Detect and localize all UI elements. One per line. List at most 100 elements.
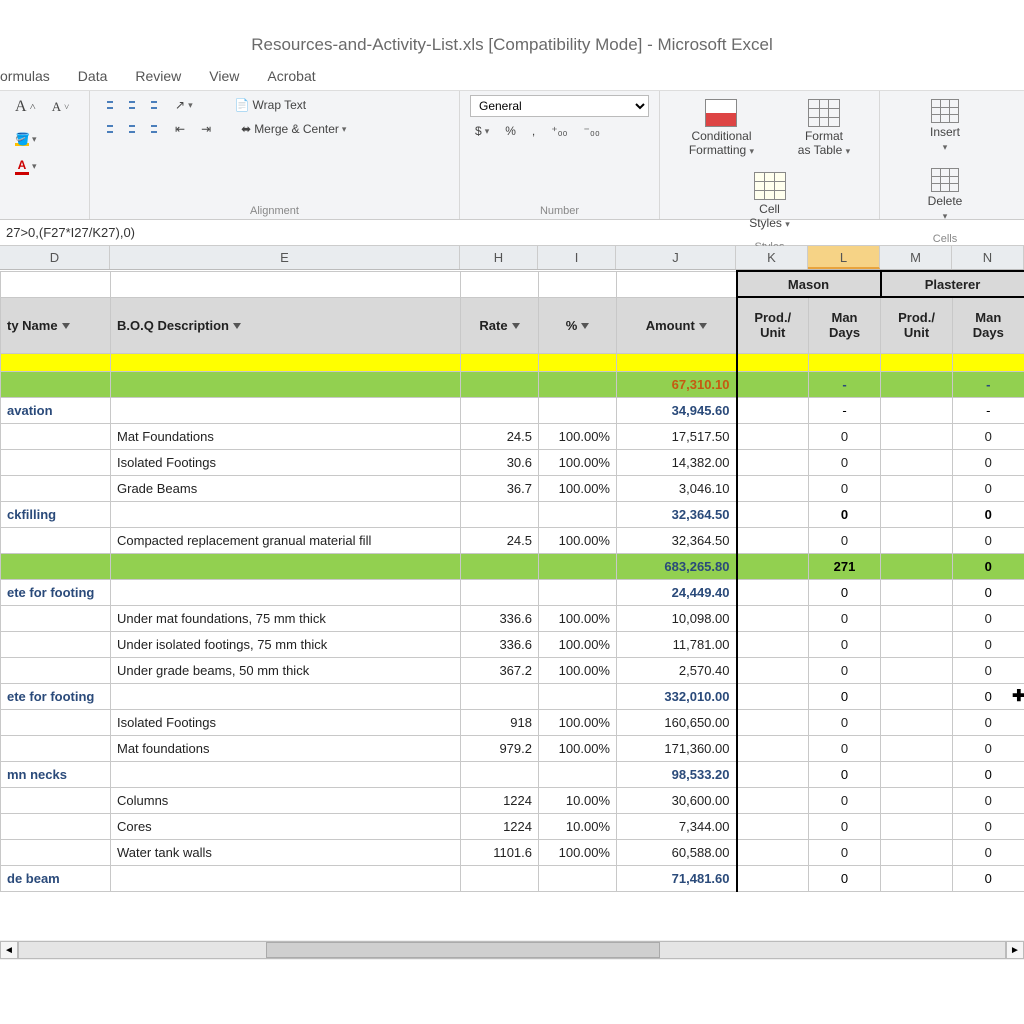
cell-amount[interactable]: 11,781.00 [617, 631, 737, 657]
increase-indent-button[interactable]: ⇥ [196, 119, 216, 139]
cell[interactable] [737, 839, 809, 865]
cell[interactable] [737, 865, 809, 891]
tab-review[interactable]: Review [135, 68, 181, 84]
cell[interactable] [737, 735, 809, 761]
filter-icon[interactable] [233, 323, 241, 329]
col-header-L[interactable]: L [808, 246, 880, 269]
cell[interactable] [737, 709, 809, 735]
cell-rate[interactable]: 1224 [461, 813, 539, 839]
cell-man-days[interactable]: 0 [809, 657, 881, 683]
cell-amount[interactable]: 34,945.60 [617, 397, 737, 423]
cell[interactable] [881, 865, 953, 891]
cell-amount[interactable]: 24,449.40 [617, 579, 737, 605]
cell-rate[interactable]: 1101.6 [461, 839, 539, 865]
cell-description[interactable]: Mat foundations [111, 735, 461, 761]
cell-man-days[interactable]: 0 [953, 605, 1024, 631]
col-header-I[interactable]: I [538, 246, 616, 269]
filter-icon[interactable] [581, 323, 589, 329]
cell[interactable] [881, 735, 953, 761]
cell-man-days[interactable]: 0 [953, 709, 1024, 735]
col-header-E[interactable]: E [110, 246, 460, 269]
cell-man-days[interactable]: 0 [809, 631, 881, 657]
cell[interactable] [881, 683, 953, 709]
cell-man-days[interactable]: 0 [953, 631, 1024, 657]
cell-man-days[interactable]: 0 [953, 813, 1024, 839]
tab-acrobat[interactable]: Acrobat [267, 68, 315, 84]
cell-amount[interactable]: 171,360.00 [617, 735, 737, 761]
number-format-select[interactable]: General [470, 95, 649, 117]
fill-color-button[interactable]: 🪣▾ [10, 129, 42, 149]
align-right-button[interactable] [144, 119, 164, 139]
cell-man-days[interactable]: 0 [809, 709, 881, 735]
cell-rate[interactable]: 36.7 [461, 475, 539, 501]
cell-percent[interactable]: 100.00% [539, 449, 617, 475]
cell[interactable] [881, 579, 953, 605]
increase-decimal-button[interactable]: ⁺₀₀ [546, 121, 572, 141]
cell-amount[interactable]: 683,265.80 [617, 553, 737, 579]
cell-activity-name[interactable]: mn necks [1, 761, 111, 787]
cell[interactable] [737, 579, 809, 605]
cell-description[interactable]: Grade Beams [111, 475, 461, 501]
cell[interactable] [881, 839, 953, 865]
cell-rate[interactable]: 24.5 [461, 423, 539, 449]
cell-percent[interactable]: 100.00% [539, 423, 617, 449]
cell-description[interactable]: Compacted replacement granual material f… [111, 527, 461, 553]
cell-amount[interactable]: 160,650.00 [617, 709, 737, 735]
spreadsheet-grid[interactable]: D E H I J K L M N Mason Plasterer ty Nam… [0, 246, 1024, 966]
cell-man-days[interactable]: 0 [809, 475, 881, 501]
cell[interactable] [881, 423, 953, 449]
cell[interactable] [881, 761, 953, 787]
cell-percent[interactable]: 100.00% [539, 709, 617, 735]
cell-activity-name[interactable]: ete for footing [1, 579, 111, 605]
delete-button[interactable]: Delete▾ [915, 164, 975, 227]
scroll-left-button[interactable]: ◄ [0, 941, 18, 959]
percent-format-button[interactable]: % [500, 121, 521, 141]
cell-amount[interactable]: 3,046.10 [617, 475, 737, 501]
cell-amount[interactable]: 98,533.20 [617, 761, 737, 787]
cell-description[interactable]: Under grade beams, 50 mm thick [111, 657, 461, 683]
cell-man-days[interactable]: 0 [953, 579, 1024, 605]
align-bottom-button[interactable] [144, 95, 164, 115]
scroll-right-button[interactable]: ► [1006, 941, 1024, 959]
accounting-format-button[interactable]: $ ▾ [470, 121, 494, 141]
cell-man-days[interactable]: 0 [809, 787, 881, 813]
cell-percent[interactable]: 100.00% [539, 475, 617, 501]
cell-man-days[interactable]: 0 [953, 657, 1024, 683]
align-left-button[interactable] [100, 119, 120, 139]
cell-man-days[interactable]: 0 [953, 683, 1024, 709]
cell-man-days[interactable]: 271 [809, 553, 881, 579]
cell-description[interactable]: Isolated Footings [111, 449, 461, 475]
cell[interactable] [881, 553, 953, 579]
cell-man-days[interactable]: 0 [953, 475, 1024, 501]
cell-man-days[interactable]: 0 [809, 839, 881, 865]
shrink-font-button[interactable]: A˅ [47, 96, 74, 118]
cell-amount[interactable]: 71,481.60 [617, 865, 737, 891]
cell[interactable] [737, 527, 809, 553]
cell-man-days[interactable]: 0 [953, 839, 1024, 865]
col-header-D[interactable]: D [0, 246, 110, 269]
cell-description[interactable]: Under isolated footings, 75 mm thick [111, 631, 461, 657]
col-header-J[interactable]: J [616, 246, 736, 269]
cell[interactable] [737, 475, 809, 501]
cell-rate[interactable]: 336.6 [461, 631, 539, 657]
cell-activity-name[interactable]: avation [1, 397, 111, 423]
cell-amount[interactable]: 332,010.00 [617, 683, 737, 709]
cell-man-days[interactable]: 0 [953, 761, 1024, 787]
cell-amount[interactable]: 67,310.10 [617, 371, 737, 397]
cell-rate[interactable]: 1224 [461, 787, 539, 813]
cell[interactable] [881, 657, 953, 683]
cell[interactable] [881, 449, 953, 475]
col-header-K[interactable]: K [736, 246, 808, 269]
cell-amount[interactable]: 14,382.00 [617, 449, 737, 475]
cell-percent[interactable]: 10.00% [539, 787, 617, 813]
tab-data[interactable]: Data [78, 68, 108, 84]
cell-man-days[interactable]: - [809, 397, 881, 423]
filter-icon[interactable] [62, 323, 70, 329]
cell[interactable] [881, 371, 953, 397]
filter-icon[interactable] [512, 323, 520, 329]
decrease-decimal-button[interactable]: ⁻₀₀ [579, 121, 605, 141]
scroll-thumb[interactable] [266, 942, 660, 958]
cell[interactable] [881, 709, 953, 735]
header-percent[interactable]: % [539, 297, 617, 353]
cell-percent[interactable]: 100.00% [539, 735, 617, 761]
